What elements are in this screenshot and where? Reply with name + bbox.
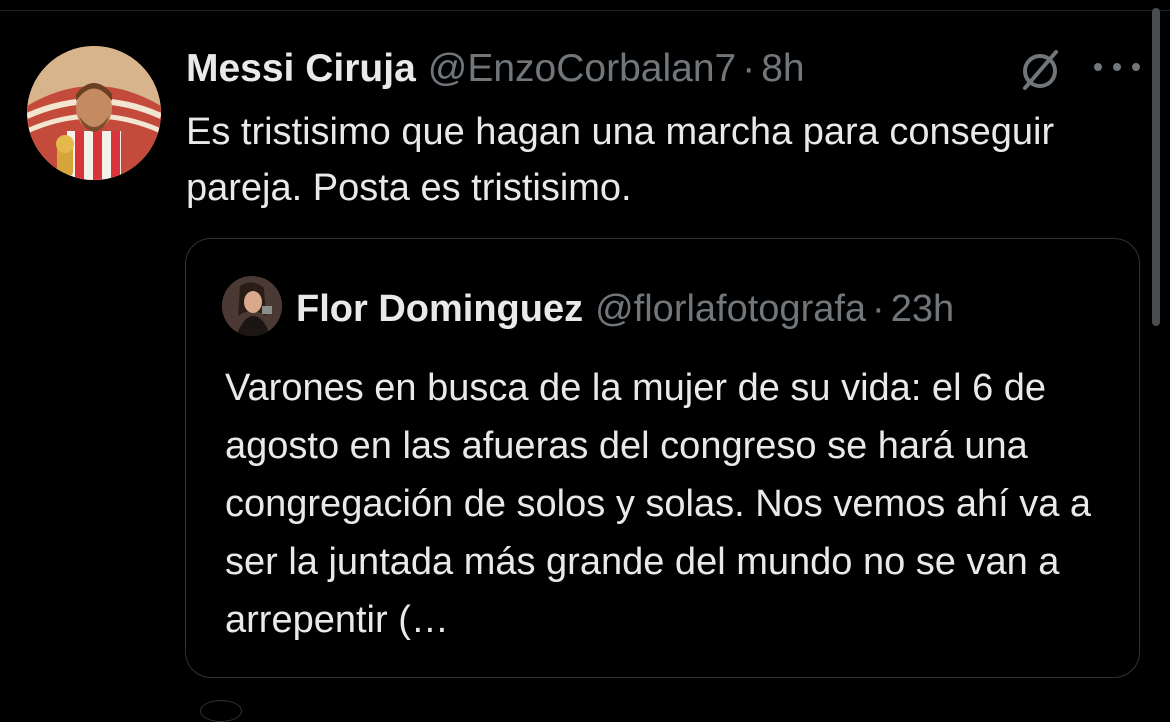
- tweet-text: Es tristisimo que hagan una marcha para …: [186, 111, 1055, 209]
- more-icon[interactable]: [1094, 60, 1140, 74]
- scrollbar[interactable]: [1152, 8, 1160, 326]
- user-handle[interactable]: @EnzoCorbalan7: [428, 44, 736, 94]
- quote-text: Varones en busca de la mujer de su vida:…: [225, 367, 1092, 641]
- more-dot: [1113, 63, 1121, 71]
- more-dot: [1132, 63, 1140, 71]
- separator-dot: ·: [742, 47, 756, 90]
- more-dot: [1094, 63, 1102, 71]
- quote-user-handle[interactable]: @florlafotografa: [595, 284, 866, 334]
- quote-timestamp[interactable]: 23h: [891, 284, 954, 334]
- quote-avatar[interactable]: [222, 276, 282, 336]
- quote-display-name[interactable]: Flor Dominguez: [296, 284, 583, 334]
- next-item-edge: [200, 700, 242, 722]
- timestamp[interactable]: 8h: [761, 44, 804, 94]
- display-name[interactable]: Messi Ciruja: [186, 44, 416, 94]
- tweet-header: Messi Ciruja @EnzoCorbalan7 · 8h: [186, 44, 805, 94]
- quoted-tweet[interactable]: Flor Dominguez @florlafotografa · 23h Va…: [185, 238, 1140, 678]
- grok-icon[interactable]: [1016, 46, 1064, 94]
- avatar[interactable]: [27, 46, 161, 180]
- tweet[interactable]: Messi Ciruja @EnzoCorbalan7 · 8h Es tris…: [0, 0, 1170, 722]
- quote-header: Flor Dominguez @florlafotografa · 23h: [296, 284, 954, 334]
- quote-separator-dot: ·: [872, 288, 885, 330]
